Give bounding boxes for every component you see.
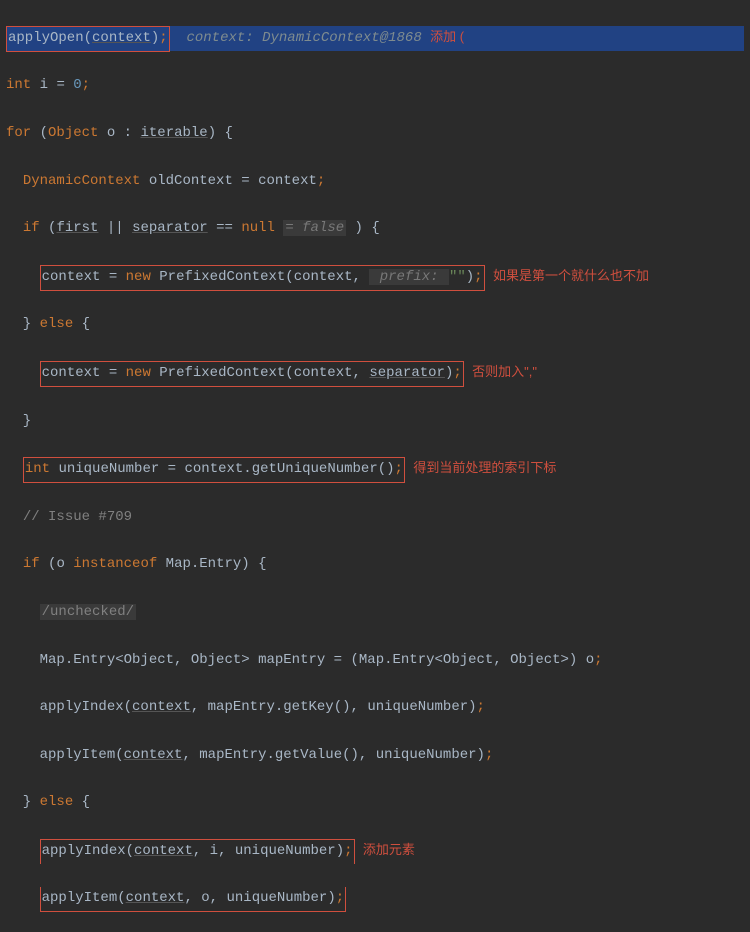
code-line-8[interactable]: context = new PrefixedContext(context, s…	[6, 361, 744, 386]
annotation: 添加元素	[363, 842, 415, 857]
code-line-14[interactable]: Map.Entry<Object, Object> mapEntry = (Ma…	[6, 649, 744, 673]
code-line-16[interactable]: applyItem(context, mapEntry.getValue(), …	[6, 744, 744, 768]
code-line-4[interactable]: DynamicContext oldContext = context;	[6, 170, 744, 194]
code-editor[interactable]: applyOpen(context); context: DynamicCont…	[0, 0, 750, 932]
code-line-13[interactable]: /unchecked/	[6, 601, 744, 625]
suppressed-warning: /unchecked/	[40, 604, 136, 620]
param-hint: prefix:	[369, 269, 449, 285]
code-line-2[interactable]: int i = 0;	[6, 74, 744, 98]
annotation: 添加 (	[430, 29, 464, 44]
inline-hint: = false	[283, 220, 346, 236]
code-line-9[interactable]: }	[6, 410, 744, 434]
code-line-12[interactable]: if (o instanceof Map.Entry) {	[6, 553, 744, 577]
code-line-18[interactable]: applyIndex(context, i, uniqueNumber); 添加…	[6, 839, 744, 864]
code-line-17[interactable]: } else {	[6, 791, 744, 815]
code-line-5[interactable]: if (first || separator == null = false )…	[6, 217, 744, 241]
arg: context	[92, 30, 151, 46]
method-call: applyOpen	[8, 30, 84, 46]
code-line-10[interactable]: int uniqueNumber = context.getUniqueNumb…	[6, 457, 744, 482]
comment: // Issue #709	[23, 509, 132, 525]
code-line-1[interactable]: applyOpen(context); context: DynamicCont…	[6, 26, 744, 51]
code-line-15[interactable]: applyIndex(context, mapEntry.getKey(), u…	[6, 696, 744, 720]
code-line-3[interactable]: for (Object o : iterable) {	[6, 122, 744, 146]
inline-debug-hint: context: DynamicContext@1868	[186, 30, 421, 46]
code-line-7[interactable]: } else {	[6, 313, 744, 337]
code-line-6[interactable]: context = new PrefixedContext(context, p…	[6, 265, 744, 290]
annotation: 否则加入","	[472, 364, 537, 379]
annotation: 得到当前处理的索引下标	[413, 460, 556, 475]
code-line-19[interactable]: applyItem(context, o, uniqueNumber);	[6, 887, 744, 911]
code-line-11[interactable]: // Issue #709	[6, 506, 744, 530]
annotation: 如果是第一个就什么也不加	[493, 268, 649, 283]
